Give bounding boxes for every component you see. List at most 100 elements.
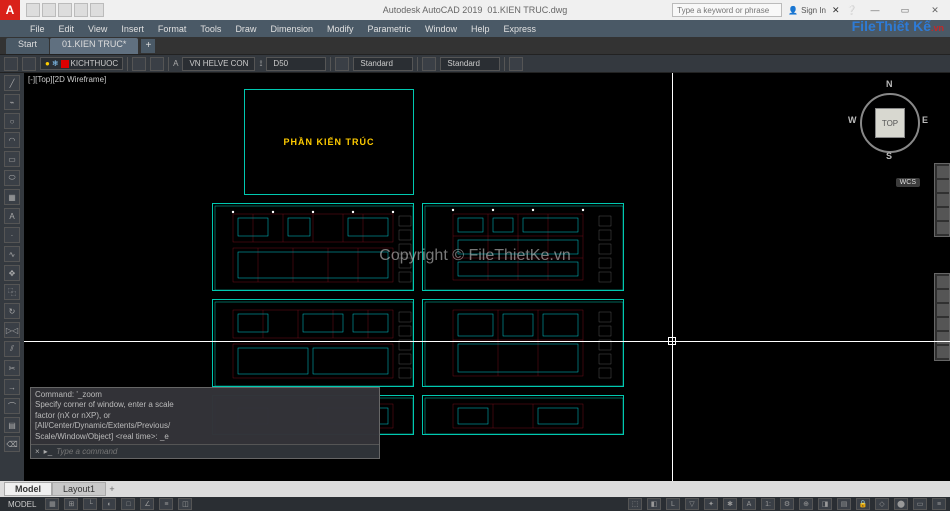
app-logo-icon[interactable]: A bbox=[0, 0, 20, 20]
nav2-f-icon[interactable] bbox=[937, 346, 949, 358]
menu-edit[interactable]: Edit bbox=[53, 22, 81, 36]
bylayer-icon[interactable] bbox=[150, 57, 164, 71]
maximize-button[interactable]: ▭ bbox=[890, 0, 920, 20]
autoscale-toggle[interactable]: A bbox=[742, 498, 756, 510]
compass-e[interactable]: E bbox=[922, 115, 928, 125]
new-layout-button[interactable]: + bbox=[106, 484, 118, 494]
sel-filter-toggle[interactable]: ▽ bbox=[685, 498, 699, 510]
orbit-icon[interactable] bbox=[937, 208, 949, 220]
move-tool[interactable]: ✥ bbox=[4, 265, 20, 281]
minimize-button[interactable]: — bbox=[860, 0, 890, 20]
otrack-toggle[interactable]: ∠ bbox=[140, 498, 154, 510]
nav2-a-icon[interactable] bbox=[937, 276, 949, 288]
qat-new-icon[interactable] bbox=[26, 3, 40, 17]
nav2-c-icon[interactable] bbox=[937, 304, 949, 316]
mirror-tool[interactable]: ▷◁ bbox=[4, 322, 20, 338]
extend-tool[interactable]: → bbox=[4, 379, 20, 395]
text-style-combo[interactable]: VN HELVE CON bbox=[182, 57, 255, 71]
qat-redo-icon[interactable] bbox=[90, 3, 104, 17]
menu-view[interactable]: View bbox=[82, 22, 113, 36]
text-tool[interactable]: A bbox=[4, 208, 20, 224]
anno-monitor[interactable]: ⊕ bbox=[799, 498, 813, 510]
layer-states-icon[interactable] bbox=[22, 57, 36, 71]
fillet-tool[interactable]: ⌒ bbox=[4, 398, 20, 414]
steering-wheel-icon[interactable] bbox=[937, 166, 949, 178]
nav2-e-icon[interactable] bbox=[937, 332, 949, 344]
lweight-toggle[interactable]: ≡ bbox=[159, 498, 173, 510]
rotate-tool[interactable]: ↻ bbox=[4, 303, 20, 319]
misc-icon[interactable] bbox=[509, 57, 523, 71]
help-search-input[interactable] bbox=[672, 3, 782, 17]
tab-drawing[interactable]: 01.KIEN TRUC* bbox=[50, 38, 138, 54]
array-tool[interactable]: ▤ bbox=[4, 417, 20, 433]
layer-combo[interactable]: ● ❄ KICHTHUOC bbox=[40, 57, 123, 70]
status-model[interactable]: MODEL bbox=[4, 500, 40, 509]
wcs-badge[interactable]: WCS bbox=[896, 178, 920, 187]
dim-style-combo[interactable]: D50 bbox=[266, 57, 326, 71]
nav2-b-icon[interactable] bbox=[937, 290, 949, 302]
workspace-switch[interactable]: ⚙ bbox=[780, 498, 794, 510]
sel-cycle-toggle[interactable]: ⬚ bbox=[628, 498, 642, 510]
nav2-d-icon[interactable] bbox=[937, 318, 949, 330]
transp-toggle[interactable]: ◫ bbox=[178, 498, 192, 510]
circle-tool[interactable]: ○ bbox=[4, 113, 20, 129]
qat-save-icon[interactable] bbox=[58, 3, 72, 17]
ortho-toggle[interactable]: └ bbox=[83, 498, 97, 510]
menu-file[interactable]: File bbox=[24, 22, 51, 36]
menu-parametric[interactable]: Parametric bbox=[362, 22, 418, 36]
layer-icon[interactable] bbox=[4, 57, 18, 71]
qat-undo-icon[interactable] bbox=[74, 3, 88, 17]
erase-tool[interactable]: ⌫ bbox=[4, 436, 20, 452]
arc-tool[interactable]: ◠ bbox=[4, 132, 20, 148]
close-cmd-icon[interactable]: × bbox=[35, 447, 40, 456]
spline-tool[interactable]: ∿ bbox=[4, 246, 20, 262]
osnap-toggle[interactable]: □ bbox=[121, 498, 135, 510]
menu-format[interactable]: Format bbox=[152, 22, 193, 36]
menu-dimension[interactable]: Dimension bbox=[264, 22, 319, 36]
pan-icon[interactable] bbox=[937, 180, 949, 192]
point-tool[interactable]: · bbox=[4, 227, 20, 243]
table-icon[interactable] bbox=[335, 57, 349, 71]
mleader-icon[interactable] bbox=[422, 57, 436, 71]
annoscale-combo[interactable]: 1: bbox=[761, 498, 775, 510]
command-input[interactable] bbox=[56, 447, 375, 456]
quick-props[interactable]: ▤ bbox=[837, 498, 851, 510]
ellipse-tool[interactable]: ⬭ bbox=[4, 170, 20, 186]
polyline-tool[interactable]: ⌁ bbox=[4, 94, 20, 110]
menu-help[interactable]: Help bbox=[465, 22, 496, 36]
dyn-ucs-toggle[interactable]: L bbox=[666, 498, 680, 510]
lock-ui[interactable]: 🔒 bbox=[856, 498, 870, 510]
clean-screen[interactable]: ▭ bbox=[913, 498, 927, 510]
isolate-obj[interactable]: ◇ bbox=[875, 498, 889, 510]
help-icon[interactable]: ❔ bbox=[846, 5, 860, 16]
menu-insert[interactable]: Insert bbox=[115, 22, 150, 36]
tab-start[interactable]: Start bbox=[6, 38, 49, 54]
qat-open-icon[interactable] bbox=[42, 3, 56, 17]
polar-toggle[interactable]: ◐ bbox=[102, 498, 116, 510]
zoom-extents-icon[interactable] bbox=[937, 194, 949, 206]
close-button[interactable]: ✕ bbox=[920, 0, 950, 20]
compass-s[interactable]: S bbox=[886, 151, 892, 161]
units-toggle[interactable]: ◨ bbox=[818, 498, 832, 510]
hatch-tool[interactable]: ▦ bbox=[4, 189, 20, 205]
rectangle-tool[interactable]: ▭ bbox=[4, 151, 20, 167]
3dosnap-toggle[interactable]: ◧ bbox=[647, 498, 661, 510]
showmotion-icon[interactable] bbox=[937, 222, 949, 234]
menu-draw[interactable]: Draw bbox=[229, 22, 262, 36]
table-style-combo[interactable]: Standard bbox=[353, 57, 413, 71]
command-line[interactable]: × ▸_ bbox=[31, 445, 379, 458]
offset-tool[interactable]: ⫽ bbox=[4, 341, 20, 357]
menu-modify[interactable]: Modify bbox=[321, 22, 360, 36]
match-icon[interactable] bbox=[132, 57, 146, 71]
grid-toggle[interactable]: ▦ bbox=[45, 498, 59, 510]
new-tab-button[interactable]: + bbox=[141, 39, 155, 53]
menu-express[interactable]: Express bbox=[498, 22, 543, 36]
viewcube-face[interactable]: TOP bbox=[875, 108, 905, 138]
copy-tool[interactable]: ⿻ bbox=[4, 284, 20, 300]
drawing-canvas[interactable]: [-][Top][2D Wireframe] N S E W TOP WCS P… bbox=[24, 73, 950, 481]
command-window[interactable]: Command: '_zoom Specify corner of window… bbox=[30, 387, 380, 459]
customize[interactable]: ≡ bbox=[932, 498, 946, 510]
line-tool[interactable]: ╱ bbox=[4, 75, 20, 91]
hw-accel[interactable]: ⬤ bbox=[894, 498, 908, 510]
snap-toggle[interactable]: ⊞ bbox=[64, 498, 78, 510]
